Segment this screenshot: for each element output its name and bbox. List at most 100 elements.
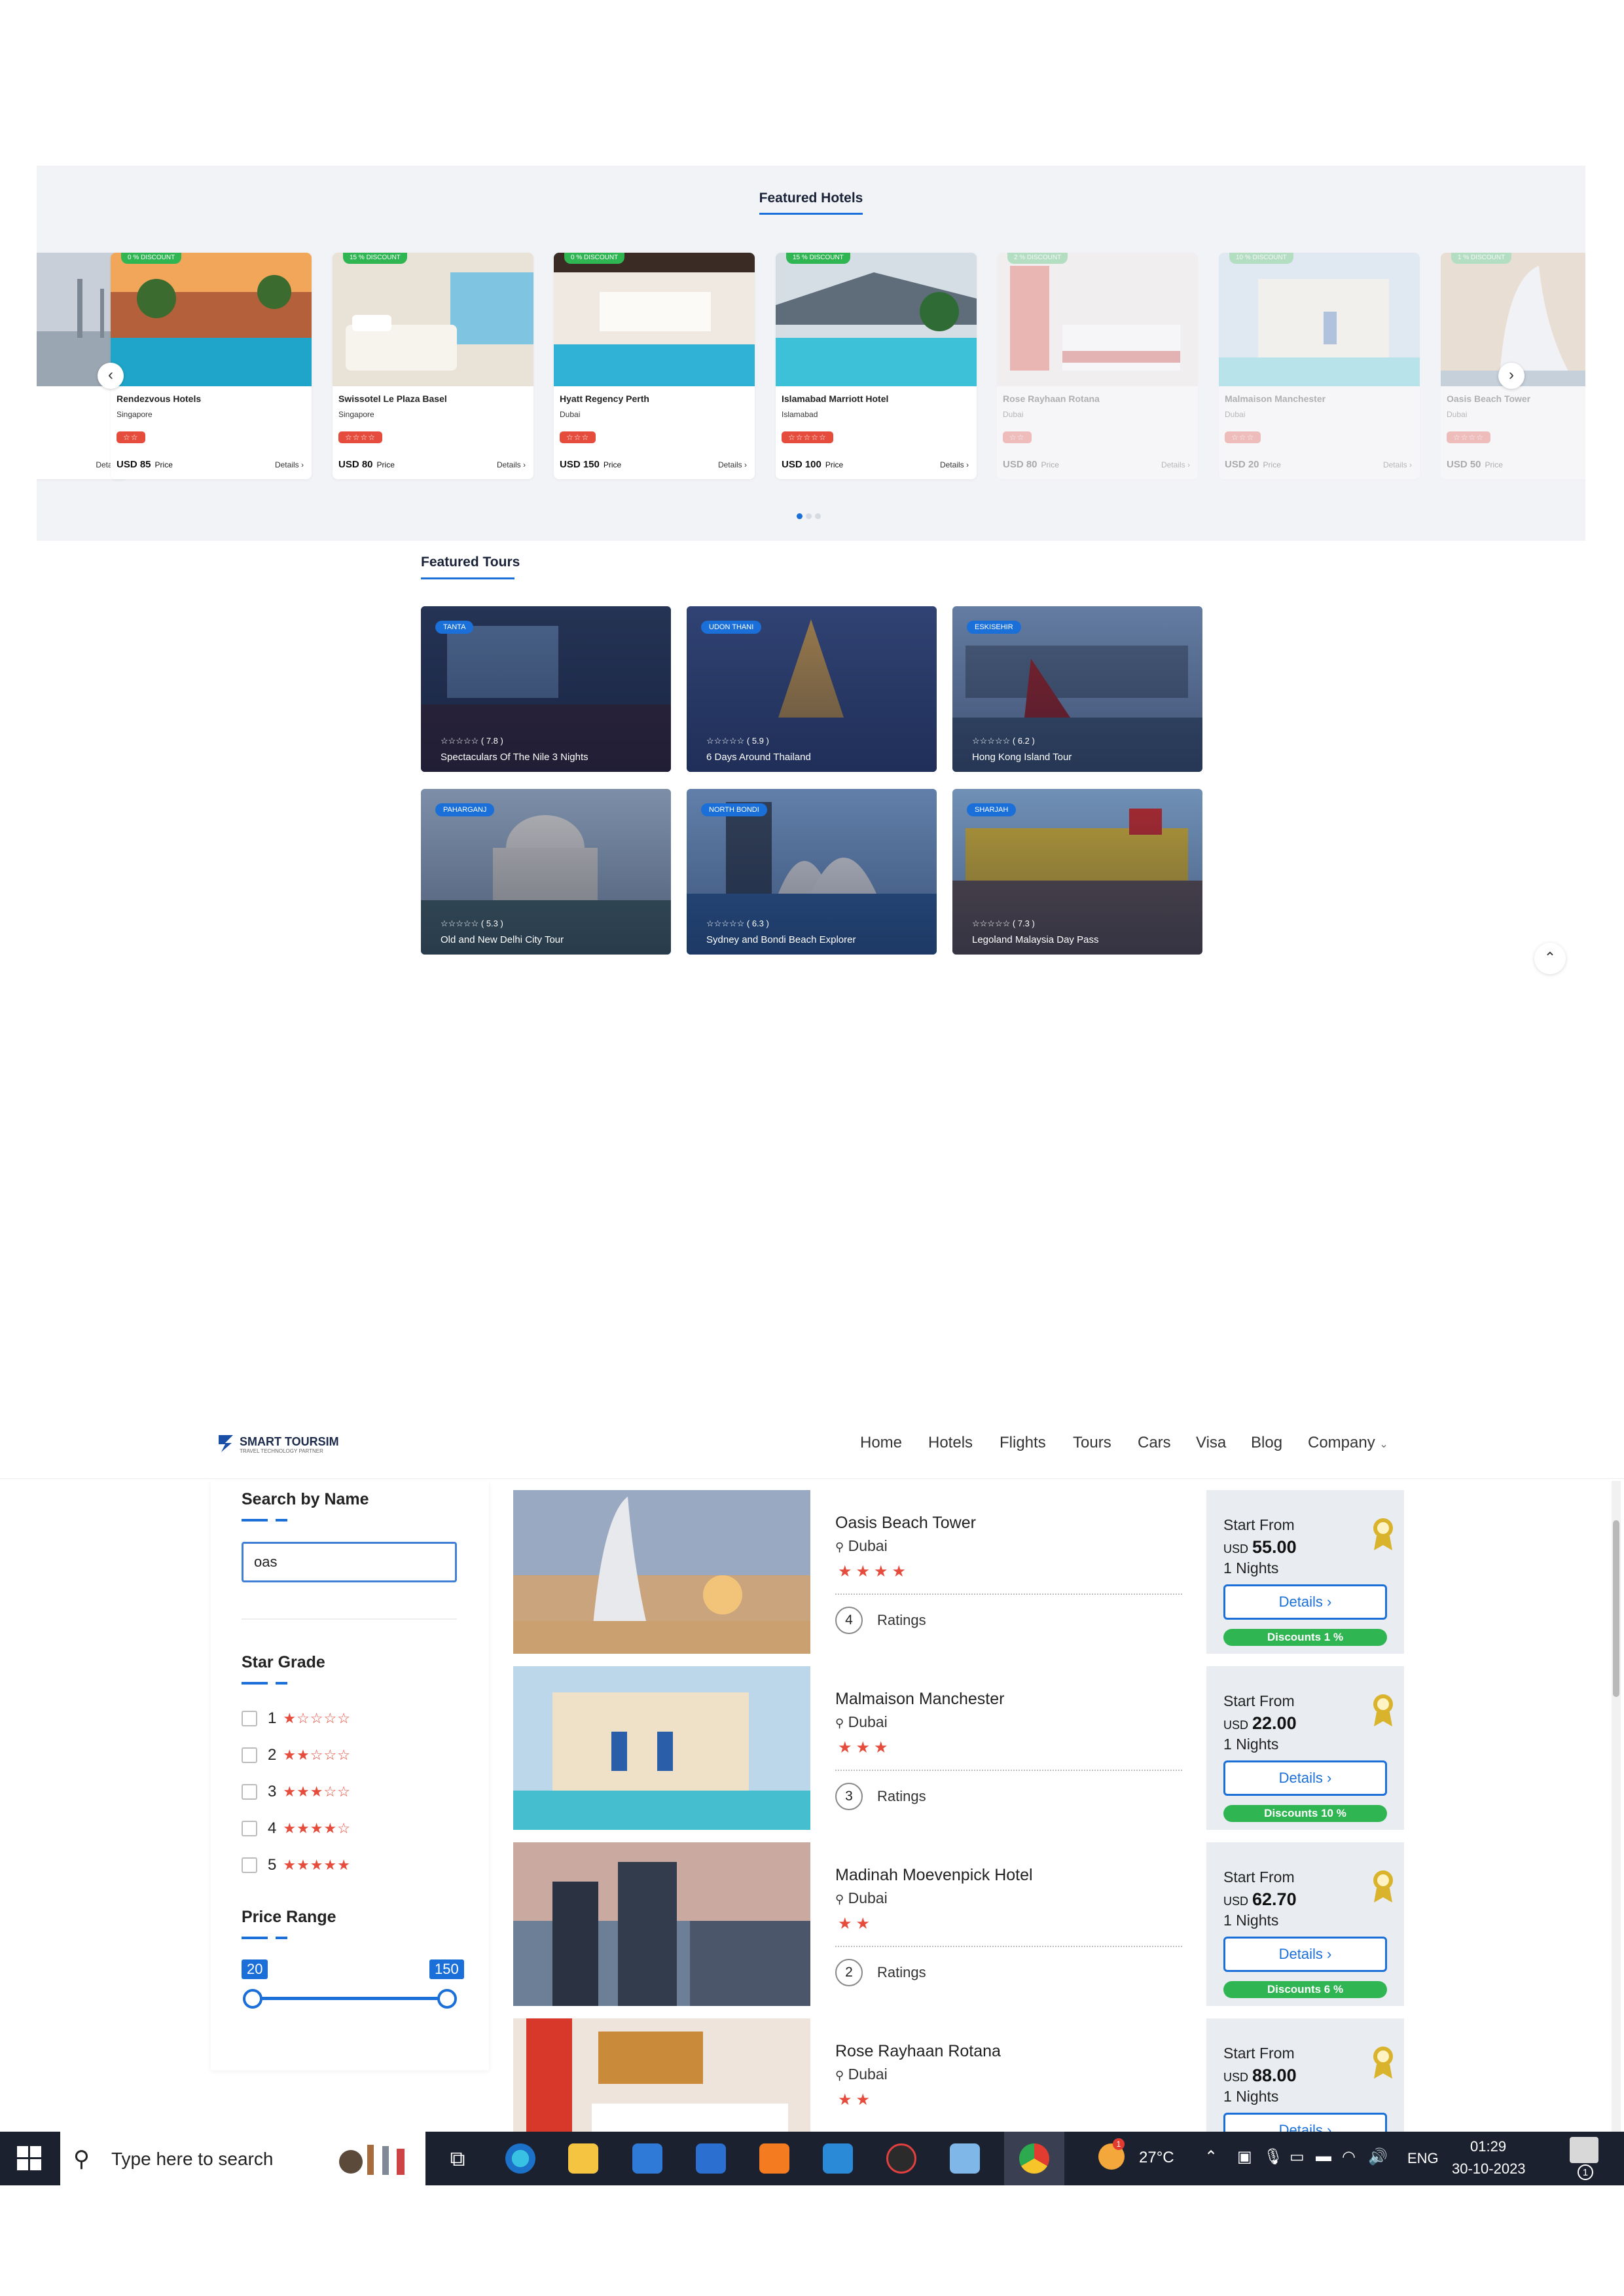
hotel-result-name[interactable]: Oasis Beach Tower	[835, 1514, 976, 1533]
hotel-name[interactable]: Swissotel Le Plaza Basel	[338, 393, 447, 404]
tour-card[interactable]: TANTA ☆☆☆☆☆ ( 7.8 ) Spectaculars Of The …	[421, 606, 671, 772]
star-filter-option[interactable]: 4 ★★★★☆	[242, 1815, 351, 1842]
hotel-city: Dubai	[1003, 410, 1024, 419]
tour-location-badge: UDON THANI	[701, 621, 762, 634]
clock-time[interactable]: 01:29	[1470, 2138, 1506, 2155]
hotel-details-link[interactable]: Details ›	[275, 460, 304, 469]
tour-name[interactable]: Sydney and Bondi Beach Explorer	[706, 934, 856, 945]
windows-start-icon[interactable]	[17, 2146, 42, 2174]
details-button[interactable]: Details ›	[1223, 1584, 1387, 1620]
hotel-details-link[interactable]: Details ›	[497, 460, 526, 469]
temperature[interactable]: 27°C	[1139, 2149, 1174, 2167]
carousel-dot-active[interactable]	[797, 513, 803, 519]
chrome-icon[interactable]	[1019, 2143, 1049, 2174]
checkbox[interactable]	[242, 1821, 257, 1836]
vscode-icon[interactable]	[823, 2143, 853, 2174]
checkbox[interactable]	[242, 1857, 257, 1873]
battery-icon[interactable]: ▬	[1316, 2147, 1331, 2166]
chevron-up-icon[interactable]: ⌃	[1204, 2147, 1218, 2166]
nav-home[interactable]: Home	[860, 1434, 902, 1452]
nav-blog[interactable]: Blog	[1251, 1434, 1282, 1452]
store-icon[interactable]	[632, 2143, 662, 2174]
nav-tours[interactable]: Tours	[1073, 1434, 1111, 1452]
chevron-left-icon[interactable]: ‹	[98, 363, 124, 389]
tour-card[interactable]: PAHARGANJ ☆☆☆☆☆ ( 5.3 ) Old and New Delh…	[421, 789, 671, 955]
title-underline	[421, 577, 514, 579]
hotel-details-link[interactable]: Details ›	[1161, 460, 1190, 469]
hotel-card[interactable]: 10 % DISCOUNT Malmaison Manchester Dubai…	[1219, 253, 1420, 479]
hotel-result-name[interactable]: Malmaison Manchester	[835, 1690, 1004, 1709]
volume-icon[interactable]: 🔊	[1368, 2147, 1388, 2166]
notepad-icon[interactable]	[950, 2143, 980, 2174]
tour-name[interactable]: Spectaculars Of The Nile 3 Nights	[441, 752, 588, 763]
price-range-track[interactable]	[253, 1997, 447, 2000]
scrollbar-thumb[interactable]	[1613, 1520, 1619, 1697]
carousel-dot[interactable]	[815, 513, 821, 519]
hotel-card[interactable]: 0 % DISCOUNT Hyatt Regency Perth Dubai ☆…	[554, 253, 755, 479]
details-button[interactable]: Details ›	[1223, 1760, 1387, 1796]
nav-hotels[interactable]: Hotels	[928, 1434, 973, 1452]
chevron-up-icon[interactable]: ⌃	[1534, 943, 1566, 974]
xampp-icon[interactable]	[759, 2143, 789, 2174]
checkbox[interactable]	[242, 1747, 257, 1763]
hotel-details-link[interactable]: Details ›	[718, 460, 747, 469]
details-button[interactable]: Details ›	[1223, 2113, 1387, 2132]
tour-name[interactable]: 6 Days Around Thailand	[706, 752, 811, 763]
hotel-result-card[interactable]: Madinah Moevenpick Hotel ⚲ Dubai ★★ 2 Ra…	[513, 1842, 1404, 2006]
price-min-handle[interactable]	[243, 1989, 262, 2009]
meet-now-icon[interactable]: ▣	[1237, 2147, 1252, 2166]
star-filter-option[interactable]: 2 ★★☆☆☆	[242, 1742, 351, 1768]
tour-name[interactable]: Old and New Delhi City Tour	[441, 934, 564, 945]
screen-recorder-icon[interactable]	[886, 2143, 916, 2174]
hotel-name[interactable]: Hyatt Regency Perth	[560, 393, 649, 404]
notification-center-icon[interactable]	[1570, 2137, 1598, 2163]
hotel-result-name[interactable]: Rose Rayhaan Rotana	[835, 2042, 1001, 2061]
star-filter-option[interactable]: 3 ★★★☆☆	[242, 1779, 351, 1805]
nav-flights[interactable]: Flights	[1000, 1434, 1046, 1452]
file-explorer-icon[interactable]	[568, 2143, 598, 2174]
tour-card[interactable]: ESKISEHIR ☆☆☆☆☆ ( 6.2 ) Hong Kong Island…	[952, 606, 1202, 772]
hotel-card[interactable]: 2 % DISCOUNT Rose Rayhaan Rotana Dubai ☆…	[997, 253, 1198, 479]
details-button[interactable]: Details ›	[1223, 1937, 1387, 1972]
wifi-icon[interactable]: ◠	[1342, 2147, 1356, 2166]
price-label: Price	[154, 460, 173, 469]
chevron-right-icon[interactable]: ›	[1498, 363, 1525, 389]
tour-card[interactable]: SHARJAH ☆☆☆☆☆ ( 7.3 ) Legoland Malaysia …	[952, 789, 1202, 955]
clock-date[interactable]: 30-10-2023	[1452, 2160, 1526, 2178]
hotel-result-card[interactable]: Oasis Beach Tower ⚲ Dubai ★★★★ 4 Ratings…	[513, 1490, 1404, 1654]
discount-badge: Discounts 1 %	[1223, 1629, 1387, 1646]
hotel-card[interactable]: 15 % DISCOUNT Swissotel Le Plaza Basel S…	[333, 253, 533, 479]
tour-name[interactable]: Legoland Malaysia Day Pass	[972, 934, 1098, 945]
star-filter-option[interactable]: 1 ★☆☆☆☆	[242, 1705, 351, 1732]
task-view-icon[interactable]: ⧉	[442, 2143, 473, 2174]
nav-company[interactable]: Company ⌄	[1308, 1434, 1388, 1452]
hotel-details-link[interactable]: Details ›	[1383, 460, 1412, 469]
star-filter-option[interactable]: 5 ★★★★★	[242, 1852, 351, 1878]
hotel-name[interactable]: Rendezvous Hotels	[117, 393, 201, 404]
hotel-details-link[interactable]: Details ›	[940, 460, 969, 469]
mail-icon[interactable]	[696, 2143, 726, 2174]
hotel-result-card[interactable]: Rose Rayhaan Rotana ⚲ Dubai ★★ Start Fro…	[513, 2018, 1404, 2132]
display-icon[interactable]: ▭	[1290, 2147, 1305, 2166]
carousel-dot[interactable]	[806, 513, 812, 519]
tour-name[interactable]: Hong Kong Island Tour	[972, 752, 1072, 763]
hotel-name[interactable]: Malmaison Manchester	[1225, 393, 1326, 404]
hotel-result-name[interactable]: Madinah Moevenpick Hotel	[835, 1866, 1033, 1885]
edge-icon[interactable]	[505, 2143, 535, 2174]
search-input[interactable]	[242, 1542, 457, 1582]
tour-card[interactable]: UDON THANI ☆☆☆☆☆ ( 5.9 ) 6 Days Around T…	[687, 606, 937, 772]
nav-cars[interactable]: Cars	[1138, 1434, 1171, 1452]
price-max-handle[interactable]	[437, 1989, 457, 2009]
checkbox[interactable]	[242, 1711, 257, 1726]
hotel-card[interactable]: 0 % DISCOUNT Rendezvous Hotels Singapore…	[111, 253, 312, 479]
hotel-name[interactable]: Rose Rayhaan Rotana	[1003, 393, 1100, 404]
hotel-name[interactable]: Islamabad Marriott Hotel	[782, 393, 888, 404]
tour-card[interactable]: NORTH BONDI ☆☆☆☆☆ ( 6.3 ) Sydney and Bon…	[687, 789, 937, 955]
hotel-name[interactable]: Oasis Beach Tower	[1447, 393, 1530, 404]
hotel-result-card[interactable]: Malmaison Manchester ⚲ Dubai ★★★ 3 Ratin…	[513, 1666, 1404, 1830]
nav-visa[interactable]: Visa	[1196, 1434, 1226, 1452]
microphone-icon[interactable]: 🎙	[1263, 2147, 1283, 2166]
checkbox[interactable]	[242, 1784, 257, 1800]
hotel-card[interactable]: 15 % DISCOUNT Islamabad Marriott Hotel I…	[776, 253, 977, 479]
language-indicator[interactable]: ENG	[1407, 2150, 1439, 2167]
